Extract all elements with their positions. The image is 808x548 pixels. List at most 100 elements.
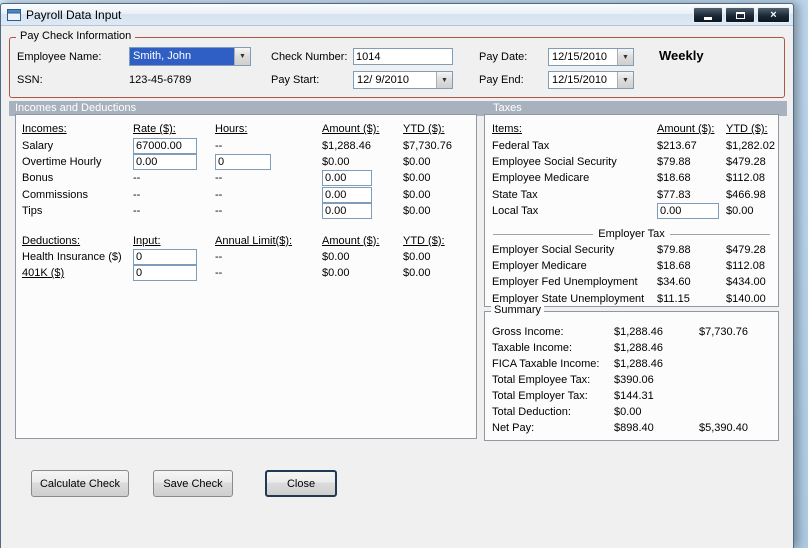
deductions-header-row: Deductions: Input: Annual Limit($): Amou… [16,232,476,248]
amount-value: $79.88 [657,243,691,256]
overtime-hours-input[interactable] [215,153,271,170]
income-label: Overtime Hourly [22,155,102,168]
maximize-button[interactable] [725,7,755,23]
summary-group-label: Summary [491,304,545,316]
health-insurance-input[interactable] [133,248,197,265]
income-row-commissions: Commissions -- -- $0.00 [16,186,476,203]
commissions-amount-input[interactable] [322,186,372,203]
close-window-button[interactable]: × [757,7,790,23]
salary-rate-input[interactable] [133,137,197,154]
ytd-value: $7,730.76 [699,326,748,338]
window-controls: × [693,7,790,23]
taxes-panel: Items: Amount ($): YTD ($): Federal Tax … [484,114,779,307]
ytd-value: $0.00 [403,267,431,280]
tax-row-employee-social-security: Employee Social Security $79.88 $479.28 [485,154,778,170]
tax-row-employer-social-security: Employer Social Security $79.88 $479.28 [485,241,778,257]
chevron-down-icon[interactable]: ▼ [617,72,633,88]
deduction-row-401k: 401K ($) -- $0.00 $0.00 [16,265,476,282]
amount-value: $0.00 [322,250,350,263]
local-tax-input[interactable] [657,203,719,220]
col-header-amount: Amount ($): [322,234,380,247]
amount-value: $18.68 [657,172,691,185]
income-row-salary: Salary -- $1,288.46 $7,730.76 [16,137,476,154]
summary-row-taxable: Taxable Income: $1,288.46 [485,340,778,356]
amount-value: $1,288.46 [322,139,371,152]
summary-label: Total Employer Tax: [492,390,588,402]
income-label: Salary [22,139,54,152]
income-row-overtime: Overtime Hourly $0.00 $0.00 [16,153,476,170]
pay-start-datepicker[interactable]: 12/ 9/2010 ▼ [353,71,453,89]
hours-value: -- [215,205,223,218]
summary-label: Net Pay: [492,422,535,434]
chevron-down-icon[interactable]: ▼ [436,72,452,88]
col-header-deductions: Deductions: [22,234,81,247]
check-number-label: Check Number: [271,51,348,63]
amount-value: $0.00 [614,406,642,418]
amount-value: $1,288.46 [614,342,663,354]
title-bar[interactable]: Payroll Data Input × [1,4,793,26]
employer-tax-label: Employer Tax [598,228,665,241]
ytd-value: $479.28 [726,243,766,256]
chevron-down-icon[interactable]: ▼ [234,48,250,65]
col-header-incomes: Incomes: [22,123,67,136]
hours-value: -- [215,188,223,201]
tips-amount-input[interactable] [322,203,372,220]
col-header-ytd: YTD ($): [726,123,768,136]
401k-link[interactable]: 401K ($) [22,267,133,279]
pay-date-datepicker[interactable]: 12/15/2010 ▼ [548,48,634,66]
employee-name-label: Employee Name: [17,51,102,63]
calculate-check-button[interactable]: Calculate Check [31,470,129,497]
ssn-value: 123-45-6789 [129,74,192,86]
ytd-value: $466.98 [726,188,766,201]
rate-value: -- [133,205,141,218]
amount-value: $1,288.46 [614,358,663,370]
amount-value: $18.68 [657,259,691,272]
overtime-rate-input[interactable] [133,153,197,170]
summary-row-total-deduction: Total Deduction: $0.00 [485,404,778,420]
pay-end-datepicker[interactable]: 12/15/2010 ▼ [548,71,634,89]
close-button[interactable]: Close [265,470,337,497]
check-number-input[interactable] [353,48,453,65]
taxes-header-row: Items: Amount ($): YTD ($): [485,121,778,137]
summary-label: Gross Income: [492,326,564,338]
401k-input[interactable] [133,265,197,282]
ytd-value: $0.00 [403,250,431,263]
summary-label: Total Deduction: [492,406,571,418]
income-label: Tips [22,205,43,218]
tax-label: Employer State Unemployment [492,292,645,305]
tax-label: Employer Medicare [492,259,587,272]
ytd-value: $140.00 [726,292,766,305]
amount-value: $0.00 [322,267,350,280]
summary-row-total-employer-tax: Total Employer Tax: $144.31 [485,388,778,404]
limit-value: -- [215,250,223,263]
ytd-value: $112.08 [726,259,765,272]
tax-row-employer-fed-unemployment: Employer Fed Unemployment $34.60 $434.00 [485,274,778,290]
pay-start-label: Pay Start: [271,74,320,86]
employee-name-combobox[interactable]: Smith, John ▼ [129,47,251,66]
ytd-value: $7,730.76 [403,139,452,152]
amount-value: $34.60 [657,276,691,289]
ytd-value: $0.00 [403,188,431,201]
col-header-ytd: YTD ($): [403,123,445,136]
summary-row-gross: Gross Income: $1,288.46 $7,730.76 [485,324,778,340]
chevron-down-icon[interactable]: ▼ [617,49,633,65]
app-icon [7,8,21,21]
minimize-icon [704,17,712,20]
save-check-button[interactable]: Save Check [153,470,233,497]
rate-value: -- [133,188,141,201]
tax-label: Employee Medicare [492,172,590,185]
ytd-value: $0.00 [403,172,431,185]
pay-start-value: 12/ 9/2010 [357,74,409,86]
divider-line [669,233,770,235]
pay-end-value: 12/15/2010 [552,74,608,86]
amount-value: $898.40 [614,422,654,434]
deduction-label: Health Insurance ($) [22,250,122,263]
bonus-amount-input[interactable] [322,170,372,187]
ssn-label: SSN: [17,74,43,86]
income-row-bonus: Bonus -- -- $0.00 [16,170,476,187]
limit-value: -- [215,267,223,280]
minimize-button[interactable] [693,7,723,23]
amount-value: $1,288.46 [614,326,663,338]
payroll-dialog-window: Payroll Data Input × Pay Check Informati… [0,3,794,548]
